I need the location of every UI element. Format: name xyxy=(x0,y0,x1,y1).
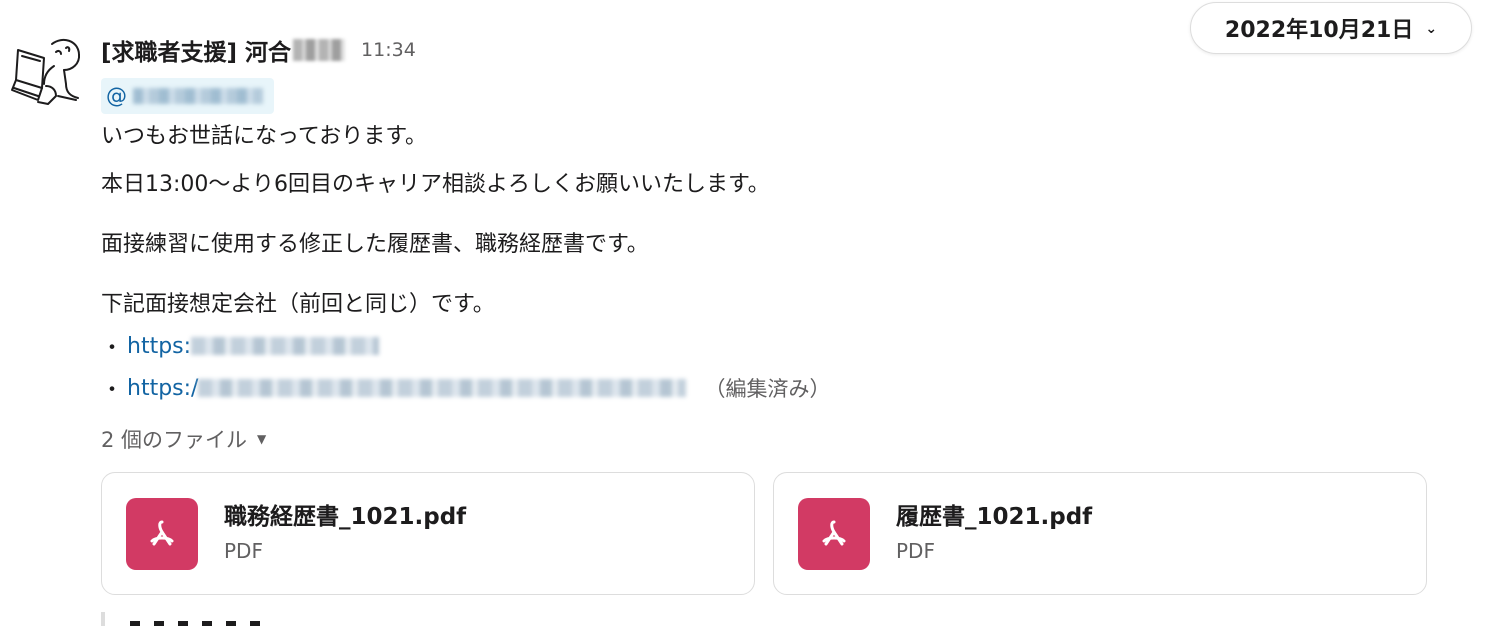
pdf-icon xyxy=(798,498,870,570)
bullet: ・ xyxy=(101,336,124,361)
link-list-item: ・ https: xyxy=(101,330,380,362)
edited-label: （編集済み） xyxy=(704,377,831,401)
chevron-down-icon: ⌄ xyxy=(1425,21,1438,37)
redacted-url[interactable] xyxy=(191,337,380,355)
user-mention[interactable]: @ xyxy=(101,78,274,114)
sender-name[interactable]: [求職者支援] 河合 xyxy=(101,33,291,67)
file-attachment[interactable]: 職務経歴書_1021.pdf PDF xyxy=(101,472,755,595)
bullet: ・ xyxy=(101,378,124,403)
cut-off-content xyxy=(130,616,290,626)
mention-at: @ xyxy=(106,84,127,108)
file-type: PDF xyxy=(224,539,263,563)
files-toggle[interactable]: 2 個のファイル ▼ xyxy=(101,424,266,454)
redacted-mention xyxy=(133,88,263,104)
redacted-name xyxy=(293,39,346,61)
message-line: いつもお世話になっております。 xyxy=(101,124,428,149)
caret-down-icon: ▼ xyxy=(257,432,267,446)
message-line: 本日13:00〜より6回目のキャリア相談よろしくお願いいたします。 xyxy=(101,172,770,197)
date-divider-button[interactable]: 2022年10月21日 ⌄ xyxy=(1190,2,1472,54)
file-attachment[interactable]: 履歴書_1021.pdf PDF xyxy=(773,472,1427,595)
url-link[interactable]: https:/ xyxy=(127,376,198,401)
url-link[interactable]: https: xyxy=(127,334,191,359)
file-name: 履歴書_1021.pdf xyxy=(896,504,1093,530)
file-name: 職務経歴書_1021.pdf xyxy=(224,504,467,530)
pdf-icon xyxy=(126,498,198,570)
redacted-url[interactable] xyxy=(198,379,687,397)
message-line: 下記面接想定会社（前回と同じ）です。 xyxy=(101,292,495,317)
file-type: PDF xyxy=(896,539,935,563)
avatar-drawing-icon xyxy=(11,38,81,105)
message-line: 面接練習に使用する修正した履歴書、職務経歴書です。 xyxy=(101,232,649,257)
date-label: 2022年10月21日 xyxy=(1224,18,1414,43)
quote-bar xyxy=(101,612,105,626)
files-count-label: 2 個のファイル xyxy=(101,428,248,452)
link-list-item: ・ https:/ （編集済み） xyxy=(101,372,830,404)
avatar[interactable] xyxy=(8,30,88,110)
message-header: [求職者支援] 河合 11:34 xyxy=(101,32,416,68)
message-timestamp[interactable]: 11:34 xyxy=(361,39,416,61)
